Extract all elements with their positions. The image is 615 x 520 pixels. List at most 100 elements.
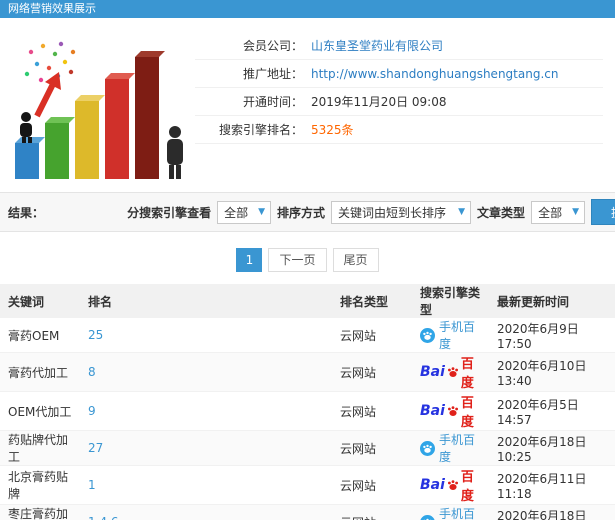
- table-row: 药贴牌代加工 27 云网站 手机百度 2020年6月18日 10:25: [0, 430, 615, 466]
- rank-cell: 1: [80, 465, 332, 505]
- table-body: 膏药OEM 25 云网站 手机百度 2020年6月9日 17:50 膏药代加工 8 云网站 Ba…: [0, 318, 615, 520]
- submit-button[interactable]: 提交: [591, 199, 615, 225]
- page: { "header": { "title": "网络营销效果展示" }, "in…: [0, 0, 615, 520]
- baidu-logo-cn: 百度: [460, 470, 474, 504]
- col-updated: 最新更新时间: [489, 284, 615, 318]
- rank-link[interactable]: 1,4,6: [88, 515, 119, 520]
- rank-link[interactable]: 27: [88, 441, 103, 455]
- mobile-baidu-icon: [420, 514, 435, 520]
- engine-cell: 手机百度: [412, 430, 489, 466]
- col-engine-type: 搜索引擎类型: [412, 284, 489, 318]
- info-row-rank-count: 搜索引擎排名： 5325 条: [195, 116, 603, 144]
- rank-type-cell: 云网站: [332, 504, 412, 520]
- keyword-cell: 药贴牌代加工: [0, 430, 80, 466]
- table-row: 枣庄膏药加工 1,4,6 云网站 手机百度 2020年6月18日 10:19: [0, 504, 615, 520]
- rank-cell: 1,4,6: [80, 504, 332, 520]
- rank-type-cell: 云网站: [332, 352, 412, 392]
- engine-select[interactable]: 全部 ▼: [217, 200, 272, 224]
- info-row-url: 推广地址： http://www.shandonghuangshengtang.…: [195, 60, 603, 88]
- rank-cell: 25: [80, 318, 332, 353]
- type-filter-label: 文章类型: [477, 205, 526, 220]
- table-header-row: 关键词 排名 排名类型 搜索引擎类型 最新更新时间: [0, 284, 615, 318]
- table-row: OEM代加工 9 云网站 Bai 百度 2020年6月5日 14:57: [0, 391, 615, 431]
- info-row-company: 会员公司： 山东皇圣堂药业有限公司: [195, 32, 603, 60]
- open-time-value: 2019年11月20日 09:08: [311, 95, 447, 109]
- keyword-cell: 枣庄膏药加工: [0, 504, 80, 520]
- updated-cell: 2020年6月5日 14:57: [489, 391, 615, 431]
- page-next-button[interactable]: 下一页: [268, 248, 327, 272]
- open-time-label: 开通时间：: [242, 95, 303, 109]
- baidu-paw-icon: [446, 404, 460, 418]
- updated-cell: 2020年6月18日 10:25: [489, 430, 615, 466]
- engine-filter-label: 分搜索引擎查看: [127, 205, 212, 220]
- promo-url-label: 推广地址：: [242, 67, 303, 81]
- baidu-logo: Bai 百度: [420, 466, 481, 504]
- rank-count-value: 5325: [311, 122, 342, 137]
- filter-group: 分搜索引擎查看 全部 ▼ 排序方式 关键词由短到长排序 ▼ 文章类型 全部 ▼ …: [127, 199, 615, 225]
- updated-cell: 2020年6月10日 13:40: [489, 352, 615, 392]
- chevron-down-icon: ▼: [258, 207, 266, 217]
- rank-cell: 8: [80, 352, 332, 392]
- chart-illustration: [0, 24, 195, 182]
- filter-bar: 结果： 分搜索引擎查看 全部 ▼ 排序方式 关键词由短到长排序 ▼ 文章类型 全…: [0, 192, 615, 232]
- baidu-logo-latin: Bai: [420, 477, 445, 493]
- col-keyword: 关键词: [0, 284, 80, 318]
- updated-cell: 2020年6月9日 17:50: [489, 318, 615, 353]
- company-info: 会员公司： 山东皇圣堂药业有限公司 推广地址： http://www.shand…: [195, 24, 615, 182]
- result-label: 结果：: [8, 205, 45, 220]
- mobile-baidu-logo: 手机百度: [420, 505, 481, 520]
- mobile-baidu-icon: [420, 440, 435, 456]
- engine-select-value: 全部: [224, 205, 249, 220]
- baidu-logo-latin: Bai: [420, 364, 445, 380]
- type-select[interactable]: 全部 ▼: [531, 200, 585, 224]
- sort-filter-label: 排序方式: [277, 205, 326, 220]
- baidu-logo-cn: 百度: [460, 357, 474, 391]
- rank-link[interactable]: 1: [88, 478, 96, 492]
- updated-cell: 2020年6月11日 11:18: [489, 465, 615, 505]
- keyword-cell: 膏药代加工: [0, 352, 80, 392]
- page-header: 网络营销效果展示: [0, 0, 615, 18]
- chevron-down-icon: ▼: [458, 207, 466, 217]
- type-select-value: 全部: [538, 205, 563, 220]
- page-title: 网络营销效果展示: [8, 2, 96, 15]
- engine-cell: 手机百度: [412, 504, 489, 520]
- col-rank-type: 排名类型: [332, 284, 412, 318]
- mobile-baidu-logo: 手机百度: [420, 318, 481, 352]
- baidu-logo-latin: Bai: [420, 403, 445, 419]
- bar-chart-graphic: [14, 41, 183, 179]
- keyword-cell: 北京膏药贴牌: [0, 465, 80, 505]
- updated-cell: 2020年6月18日 10:19: [489, 504, 615, 520]
- promo-url-link[interactable]: http://www.shandonghuangshengtang.cn: [311, 67, 558, 81]
- rank-cell: 27: [80, 430, 332, 466]
- page-last-button[interactable]: 尾页: [332, 248, 379, 272]
- keyword-cell: OEM代加工: [0, 391, 80, 431]
- baidu-logo: Bai 百度: [420, 392, 481, 430]
- rank-count-label: 搜索引擎排名：: [218, 123, 303, 137]
- info-row-open-time: 开通时间： 2019年11月20日 09:08: [195, 88, 603, 116]
- mobile-baidu-label: 手机百度: [439, 433, 476, 464]
- rank-link[interactable]: 9: [88, 404, 96, 418]
- mobile-baidu-label: 手机百度: [439, 320, 476, 351]
- engine-cell: Bai 百度: [412, 465, 489, 505]
- rank-type-cell: 云网站: [332, 430, 412, 466]
- keyword-cell: 膏药OEM: [0, 318, 80, 353]
- mobile-baidu-icon: [420, 327, 435, 343]
- baidu-logo-cn: 百度: [460, 396, 474, 430]
- company-name-link[interactable]: 山东皇圣堂药业有限公司: [311, 37, 443, 54]
- rank-link[interactable]: 8: [88, 365, 96, 379]
- rank-link[interactable]: 25: [88, 328, 103, 342]
- baidu-logo: Bai 百度: [420, 353, 481, 391]
- rank-type-cell: 云网站: [332, 465, 412, 505]
- baidu-paw-icon: [446, 478, 460, 492]
- rank-cell: 9: [80, 391, 332, 431]
- sort-select[interactable]: 关键词由短到长排序 ▼: [331, 200, 472, 224]
- rank-count-suffix: 条: [341, 123, 354, 137]
- rank-type-cell: 云网站: [332, 391, 412, 431]
- chevron-down-icon: ▼: [572, 207, 579, 217]
- page-current[interactable]: 1: [236, 248, 263, 272]
- info-section: 会员公司： 山东皇圣堂药业有限公司 推广地址： http://www.shand…: [0, 18, 615, 182]
- table-row: 北京膏药贴牌 1 云网站 Bai 百度 2020年6月11日 11:18: [0, 465, 615, 505]
- mobile-baidu-label: 手机百度: [439, 507, 476, 520]
- engine-cell: Bai 百度: [412, 352, 489, 392]
- engine-cell: 手机百度: [412, 318, 489, 353]
